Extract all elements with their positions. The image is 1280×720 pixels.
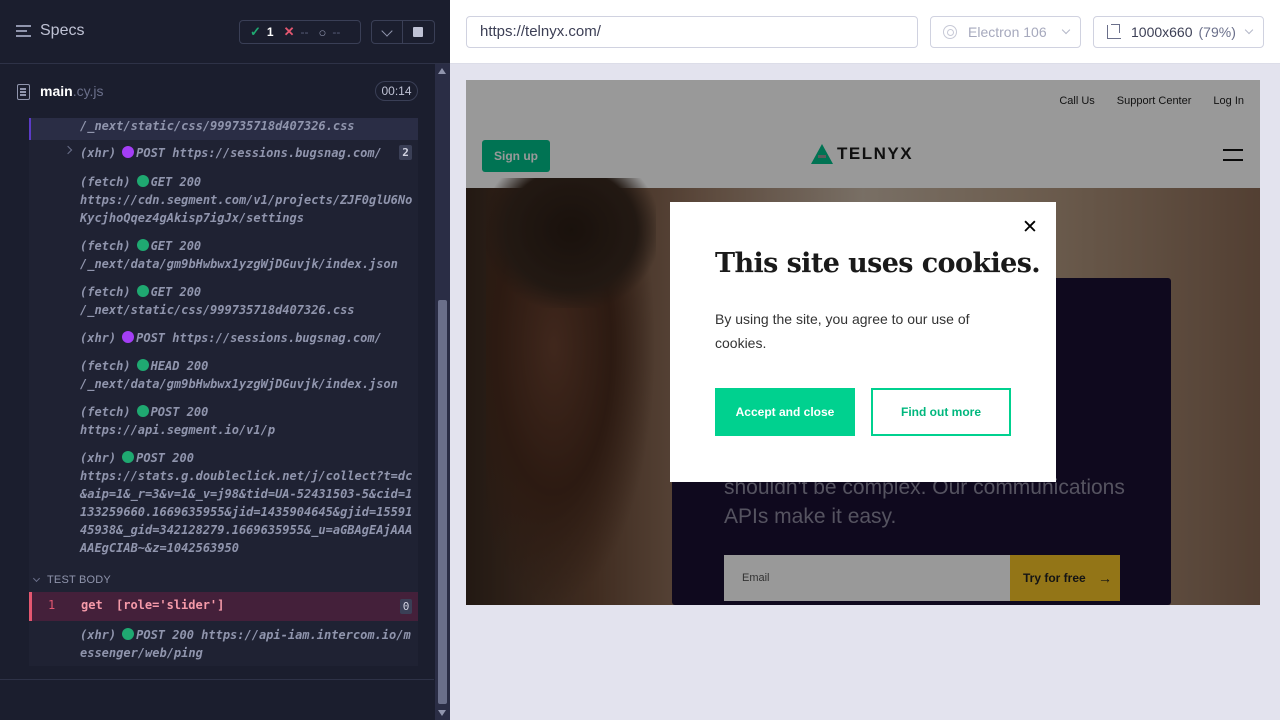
specs-label: Specs	[40, 22, 85, 39]
pending-stat: ○ --	[318, 24, 341, 40]
cookie-modal-text: By using the site, you agree to our use …	[715, 311, 970, 351]
runner-header: Specs ✓ 1 ✕ -- ○ --	[0, 0, 450, 64]
chevron-down-icon	[1244, 25, 1254, 35]
failed-stat: ✕ --	[283, 24, 309, 39]
spinner-icon: ○	[318, 24, 327, 40]
specs-toggle[interactable]: Specs	[16, 22, 84, 40]
application-under-test: Call Us Support Center Log In Sign up TE…	[466, 80, 1260, 605]
spec-file-name: main.cy.js	[40, 83, 104, 99]
success-status-dot	[122, 628, 135, 640]
command-number: 1	[48, 598, 56, 612]
file-icon	[17, 84, 30, 100]
element-count-badge: 0	[400, 599, 412, 614]
check-icon: ✓	[250, 24, 261, 39]
ruler-icon	[1107, 24, 1121, 39]
url-bar[interactable]: https://telnyx.com/	[466, 16, 918, 48]
expand-icon[interactable]	[63, 145, 73, 155]
scrollbar-thumb[interactable]	[438, 300, 447, 704]
cypress-runner-panel: Specs ✓ 1 ✕ -- ○ -- main.cy.js 00:14 /_next…	[0, 0, 450, 720]
success-status-dot	[136, 285, 149, 297]
command-log-scrollbar[interactable]	[435, 64, 450, 720]
close-icon[interactable]: ✕	[1020, 217, 1040, 237]
stop-button[interactable]	[403, 20, 435, 44]
find-out-more-button[interactable]: Find out more	[871, 388, 1011, 436]
cookie-modal-title: This site uses cookies.	[715, 248, 1041, 279]
x-icon: ✕	[283, 24, 295, 39]
request-count-badge: 2	[399, 145, 412, 160]
aut-toolbar: https://telnyx.com/ Electron 106 1000x66…	[450, 0, 1280, 64]
runner-footer-divider	[0, 679, 434, 680]
spec-duration: 00:14	[375, 81, 418, 101]
chevron-down-icon	[32, 574, 41, 583]
electron-icon	[943, 25, 957, 39]
success-status-dot	[136, 239, 149, 251]
passed-stat: ✓ 1	[250, 24, 274, 39]
expand-all-button[interactable]	[371, 20, 403, 44]
scroll-down-arrow-icon[interactable]	[438, 710, 446, 716]
test-stats: ✓ 1 ✕ -- ○ --	[239, 20, 361, 44]
scroll-up-arrow-icon[interactable]	[438, 68, 446, 74]
failed-command-row[interactable]: 1 get [role='slider'] 0	[29, 592, 418, 621]
success-status-dot	[122, 451, 135, 463]
success-status-dot	[136, 359, 149, 371]
log-entry[interactable]: /_next/static/css/999735718d407326.css	[29, 118, 418, 140]
test-body-section[interactable]: TEST BODY	[29, 570, 418, 592]
xhr-status-dot	[122, 331, 135, 343]
accept-and-close-button[interactable]: Accept and close	[715, 388, 855, 436]
viewport-select[interactable]: 1000x660 (79%)	[1093, 16, 1264, 48]
xhr-status-dot	[122, 146, 135, 158]
command-selector: [role='slider']	[116, 598, 225, 612]
success-status-dot	[136, 175, 149, 187]
cookie-consent-modal: ✕ This site uses cookies. By using the s…	[670, 202, 1056, 482]
browser-select[interactable]: Electron 106	[930, 16, 1081, 48]
command-name: get	[81, 598, 103, 612]
menu-icon	[16, 25, 31, 37]
command-log: /_next/static/css/999735718d407326.css (…	[29, 118, 418, 666]
spec-file-row[interactable]: main.cy.js 00:14	[0, 65, 434, 117]
success-status-dot	[136, 405, 149, 417]
chevron-down-icon	[1061, 25, 1071, 35]
